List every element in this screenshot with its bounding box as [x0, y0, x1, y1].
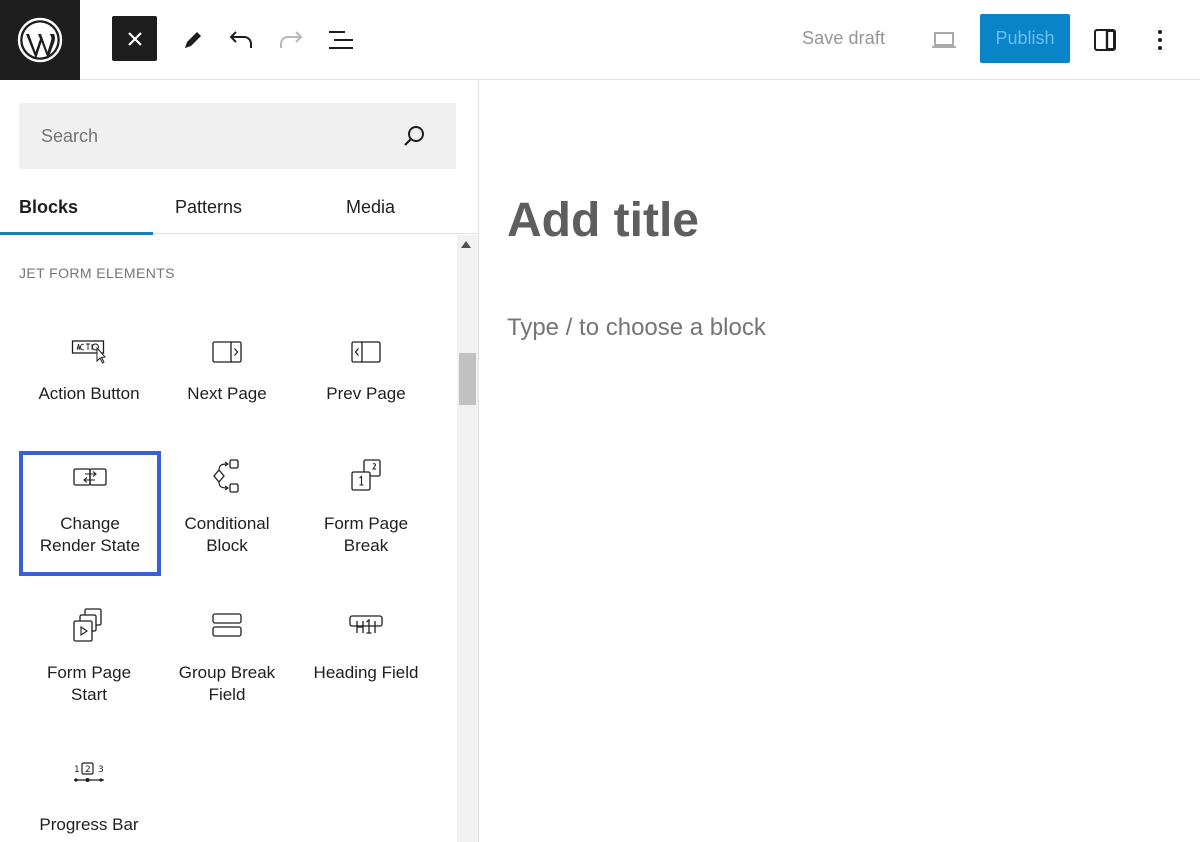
- category-heading: JET FORM ELEMENTS: [19, 265, 175, 281]
- block-progress-bar[interactable]: 123 Progress Bar: [19, 750, 159, 842]
- svg-text:2: 2: [85, 765, 91, 775]
- block-label-line1: Group Break: [178, 663, 276, 682]
- block-label-line2: Block: [206, 536, 248, 555]
- block-label-line1: Change: [60, 514, 120, 533]
- redo-icon: [280, 31, 303, 48]
- sidebar-toggle-icon: [1094, 29, 1116, 51]
- block-label: Progress Bar: [39, 815, 139, 834]
- block-form-page-start[interactable]: Form Page Start: [19, 600, 159, 725]
- svg-text:3: 3: [98, 765, 104, 775]
- block-heading-field[interactable]: Heading Field: [296, 600, 436, 725]
- tab-media[interactable]: Media: [346, 181, 395, 234]
- wordpress-logo-icon[interactable]: [0, 0, 80, 80]
- tab-blocks[interactable]: Blocks: [0, 181, 153, 235]
- block-form-page-break[interactable]: Form Page Break: [296, 451, 436, 576]
- search-input[interactable]: [19, 103, 399, 169]
- block-label-line2: Field: [208, 685, 246, 704]
- close-inserter-button[interactable]: [112, 16, 157, 61]
- list-view-icon: [329, 31, 353, 49]
- change-render-state-icon: [70, 461, 110, 495]
- more-vertical-icon: [1158, 30, 1162, 50]
- block-action-button[interactable]: Action Button: [19, 325, 159, 425]
- block-label-line1: Form Page: [46, 663, 132, 682]
- search-icon: [404, 126, 424, 146]
- form-page-break-icon: [346, 457, 386, 495]
- block-inserter-panel: Blocks Patterns Media JET FORM ELEMENTS …: [0, 81, 479, 842]
- editor-header: Save draft Publish: [0, 0, 1200, 80]
- publish-button[interactable]: Publish: [980, 14, 1070, 63]
- group-break-icon: [207, 608, 247, 642]
- conditional-block-icon: [207, 457, 247, 495]
- next-page-icon: [207, 335, 247, 369]
- prev-page-icon: [346, 335, 386, 369]
- tools-button[interactable]: [170, 17, 216, 63]
- options-menu-button[interactable]: [1137, 17, 1183, 63]
- progress-bar-icon: 123: [69, 756, 109, 790]
- pencil-icon: [185, 32, 201, 48]
- undo-icon: [229, 31, 252, 48]
- block-appender[interactable]: Type / to choose a block: [507, 314, 766, 342]
- settings-toggle-button[interactable]: [1082, 17, 1128, 63]
- block-conditional-block[interactable]: Conditional Block: [157, 451, 297, 576]
- heading-field-icon: [346, 608, 386, 642]
- block-label-line1: Conditional: [184, 514, 270, 533]
- editor-canvas: Add title Type / to choose a block: [480, 81, 1200, 842]
- laptop-icon: [932, 32, 956, 48]
- scroll-thumb[interactable]: [459, 353, 476, 405]
- tab-patterns[interactable]: Patterns: [175, 181, 242, 234]
- block-label: Heading Field: [313, 663, 419, 682]
- block-label: Next Page: [187, 384, 267, 403]
- block-next-page[interactable]: Next Page: [157, 325, 297, 425]
- search-box: [19, 103, 456, 169]
- save-draft-button[interactable]: Save draft: [802, 28, 885, 49]
- block-prev-page[interactable]: Prev Page: [296, 325, 436, 425]
- block-label-line2: Render State: [39, 536, 141, 555]
- inserter-tabs: Blocks Patterns Media: [0, 181, 478, 235]
- block-label: Prev Page: [326, 384, 406, 403]
- form-page-start-icon: [69, 606, 109, 646]
- redo-button[interactable]: [268, 17, 314, 63]
- undo-button[interactable]: [218, 17, 264, 63]
- svg-text:1: 1: [74, 765, 80, 775]
- block-label: Action Button: [38, 384, 140, 403]
- inserter-scrollbar[interactable]: [457, 235, 478, 842]
- block-label-line1: Form Page: [323, 514, 409, 533]
- preview-button[interactable]: [921, 17, 967, 63]
- block-label-line2: Start: [71, 685, 107, 704]
- close-icon: [127, 31, 142, 46]
- list-view-button[interactable]: [318, 17, 364, 63]
- post-title-input[interactable]: Add title: [507, 193, 699, 248]
- action-button-icon: [69, 335, 109, 369]
- scroll-up-arrow-icon[interactable]: [461, 241, 471, 248]
- block-group-break-field[interactable]: Group Break Field: [157, 600, 297, 725]
- block-label-line2: Break: [343, 536, 389, 555]
- blocks-panel: JET FORM ELEMENTS Action Button Next Pag…: [0, 235, 478, 842]
- block-change-render-state[interactable]: Change Render State: [19, 451, 161, 576]
